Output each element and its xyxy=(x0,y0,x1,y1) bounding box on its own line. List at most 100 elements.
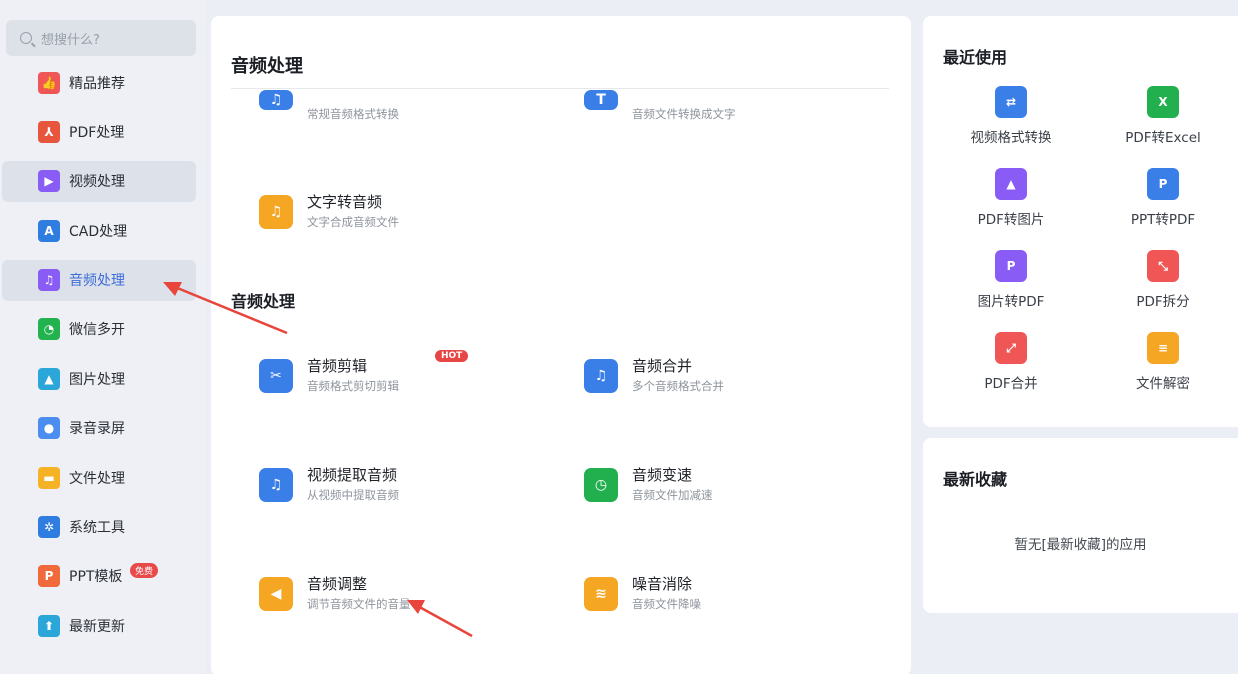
audio-cut-icon: ✂ xyxy=(259,359,293,393)
search-input[interactable]: 想搜什么? xyxy=(6,20,196,56)
noise-reduction-icon: ≋ xyxy=(584,577,618,611)
tool-name: 视频提取音频 xyxy=(307,466,398,484)
sidebar-item[interactable]: ⬆ 最新更新 xyxy=(2,605,196,646)
pdf-to-image-icon: ▲ xyxy=(995,168,1027,200)
sidebar-item[interactable]: ⅄ PDF处理 xyxy=(2,111,196,152)
tool-name: 音频合并 xyxy=(632,357,693,375)
tool-desc: 音频文件加减速 xyxy=(632,488,713,502)
tool-name: 音频剪辑 xyxy=(307,357,368,375)
upload-icon: ⬆ xyxy=(38,614,60,637)
tool-name: 噪音消除 xyxy=(632,575,693,593)
sidebar-item[interactable]: ▲ 图片处理 xyxy=(2,358,196,399)
text-to-audio-tool[interactable]: ♫ 文字转音频 文字合成音频文件 xyxy=(259,192,399,230)
tool-name: 音频调整 xyxy=(307,575,368,593)
tool-card[interactable]: ◷ 音频变速 音频文件加减速 xyxy=(584,465,713,503)
tool-desc: 多个音频格式合并 xyxy=(632,379,724,393)
volume-icon: ◀ xyxy=(259,577,293,611)
tool-desc: 从视频中提取音频 xyxy=(307,488,399,502)
audio-merge-icon: ♫ xyxy=(584,359,618,393)
tool-card[interactable]: ≋ 噪音消除音频文件降噪 xyxy=(584,574,701,612)
recent-tool[interactable]: ▲ PDF转图片 xyxy=(941,168,1081,228)
section-title: 音频处理 xyxy=(231,292,296,311)
hot-badge: HOT xyxy=(435,350,469,362)
recent-tool-label: 视频格式转换 xyxy=(970,130,1052,146)
sidebar-item[interactable]: ● 录音录屏 xyxy=(2,408,196,449)
audio-format-convert-tool[interactable]: ♫ 常规音频格式转换 xyxy=(259,90,399,122)
recent-tool[interactable]: X PDF转Excel xyxy=(1093,86,1233,146)
recent-tool-label: PDF拆分 xyxy=(1136,294,1190,310)
favorites-title: 最新收藏 xyxy=(943,470,1008,489)
gear-icon: ✲ xyxy=(38,516,60,539)
main-panel: 音频处理 ♫ 常规音频格式转换 T 音频文件转换成文字 ♫ 文字转音频 文字合成… xyxy=(211,16,911,674)
favorites-panel: 最新收藏 暂无[最新收藏]的应用 xyxy=(923,438,1238,613)
sidebar-item[interactable]: ▶ 视频处理 xyxy=(2,160,196,202)
extract-audio-icon: ♫ xyxy=(259,468,293,502)
divider xyxy=(231,88,889,89)
thumbs-up-icon: 👍 xyxy=(38,71,60,94)
tool-desc: 音频文件降噪 xyxy=(632,597,701,611)
recent-tool[interactable]: ⤢ PDF合并 xyxy=(941,332,1081,392)
ppt-to-pdf-icon: P xyxy=(1147,168,1179,200)
sidebar-item-label: PPT模板 xyxy=(69,569,123,586)
wechat-icon: ◔ xyxy=(38,318,60,341)
recent-tool-label: PDF转Excel xyxy=(1125,130,1201,146)
search-placeholder: 想搜什么? xyxy=(41,32,100,48)
audio-to-text-tool[interactable]: T 音频文件转换成文字 xyxy=(584,90,736,122)
sidebar-item[interactable]: ◔ 微信多开 xyxy=(2,309,196,350)
recent-tool-label: PPT转PDF xyxy=(1130,212,1196,228)
sidebar-item-label: 微信多开 xyxy=(69,322,125,339)
sidebar-item[interactable]: ▬ 文件处理 xyxy=(2,457,196,498)
recent-tool[interactable]: ⇄ 视频格式转换 xyxy=(941,86,1081,146)
folder-icon: ▬ xyxy=(38,466,60,489)
audio-convert-icon: ♫ xyxy=(259,90,293,110)
tool-card[interactable]: ◀ 音频调整调节音频文件的音量 xyxy=(259,574,411,612)
sidebar-item-label: 视频处理 xyxy=(69,174,125,191)
text-to-audio-icon: ♫ xyxy=(259,195,293,229)
sidebar-item-label: 精品推荐 xyxy=(69,75,125,92)
tool-card[interactable]: ♫ 音频合并多个音频格式合并 xyxy=(584,356,724,394)
ppt-icon: P xyxy=(38,565,60,588)
search-icon xyxy=(20,32,32,44)
pdf-merge-icon: ⤢ xyxy=(995,332,1027,364)
tool-name: 音频变速 xyxy=(632,466,693,484)
pdf-split-icon: ⤡ xyxy=(1147,250,1179,282)
sidebar-item-label: 系统工具 xyxy=(69,520,125,537)
tool-desc: 文字合成音频文件 xyxy=(307,215,399,229)
section-title: 音频处理 xyxy=(231,56,303,77)
sidebar: 想搜什么? 👍 精品推荐 ⅄ PDF处理 ▶ 视频处理 A CAD处理 ♫ 音频处理 ◔ 微信多开 ▲ 图… xyxy=(0,0,205,674)
recent-title: 最近使用 xyxy=(943,48,1008,67)
free-badge: 免费 xyxy=(130,562,159,578)
microphone-icon: ● xyxy=(38,417,60,440)
recent-tool-label: PDF转图片 xyxy=(977,212,1045,228)
sidebar-item-label: 图片处理 xyxy=(69,371,125,388)
sidebar-nav: 👍 精品推荐 ⅄ PDF处理 ▶ 视频处理 A CAD处理 ♫ 音频处理 ◔ 微信多开 ▲ 图片处理 ● 录音… xyxy=(2,62,196,655)
recent-tool[interactable]: ⤡ PDF拆分 xyxy=(1093,250,1233,310)
music-note-icon: ♫ xyxy=(38,269,60,292)
recent-tool[interactable]: P 图片转PDF xyxy=(941,250,1081,310)
cad-icon: A xyxy=(38,219,60,242)
sidebar-item-label: 最新更新 xyxy=(69,618,125,635)
recent-tool[interactable]: ≡ 文件解密 xyxy=(1093,332,1233,392)
recent-tool-label: 图片转PDF xyxy=(977,294,1045,310)
video-convert-icon: ⇄ xyxy=(995,86,1027,118)
recent-panel: 最近使用 ⇄ 视频格式转换 X PDF转Excel ▲ PDF转图片 P PPT转PDF P 图片… xyxy=(923,16,1238,427)
pdf-icon: ⅄ xyxy=(38,120,60,143)
sidebar-item-label: CAD处理 xyxy=(69,223,128,240)
image-to-pdf-icon: P xyxy=(995,250,1027,282)
tool-desc: 调节音频文件的音量 xyxy=(307,597,411,611)
tool-name: 文字转音频 xyxy=(307,193,383,211)
sidebar-item[interactable]: 👍 精品推荐 xyxy=(2,62,196,103)
sidebar-item[interactable]: ♫ 音频处理 xyxy=(2,259,196,301)
tool-desc: 音频格式剪切剪辑 xyxy=(307,379,399,393)
sidebar-item[interactable]: ✲ 系统工具 xyxy=(2,507,196,548)
audio-to-text-icon: T xyxy=(584,90,618,110)
tool-card[interactable]: ✂ 音频剪辑音频格式剪切剪辑 HOT xyxy=(259,350,469,394)
tool-desc: 音频文件转换成文字 xyxy=(632,107,736,121)
tool-card[interactable]: ♫ 视频提取音频从视频中提取音频 xyxy=(259,465,399,503)
recent-tool[interactable]: P PPT转PDF xyxy=(1093,168,1233,228)
favorites-empty-text: 暂无[最新收藏]的应用 xyxy=(1014,537,1147,553)
sidebar-item[interactable]: P PPT模板 免费 xyxy=(2,556,196,597)
image-icon: ▲ xyxy=(38,367,60,390)
tool-desc: 常规音频格式转换 xyxy=(307,107,399,121)
sidebar-item[interactable]: A CAD处理 xyxy=(2,210,196,251)
